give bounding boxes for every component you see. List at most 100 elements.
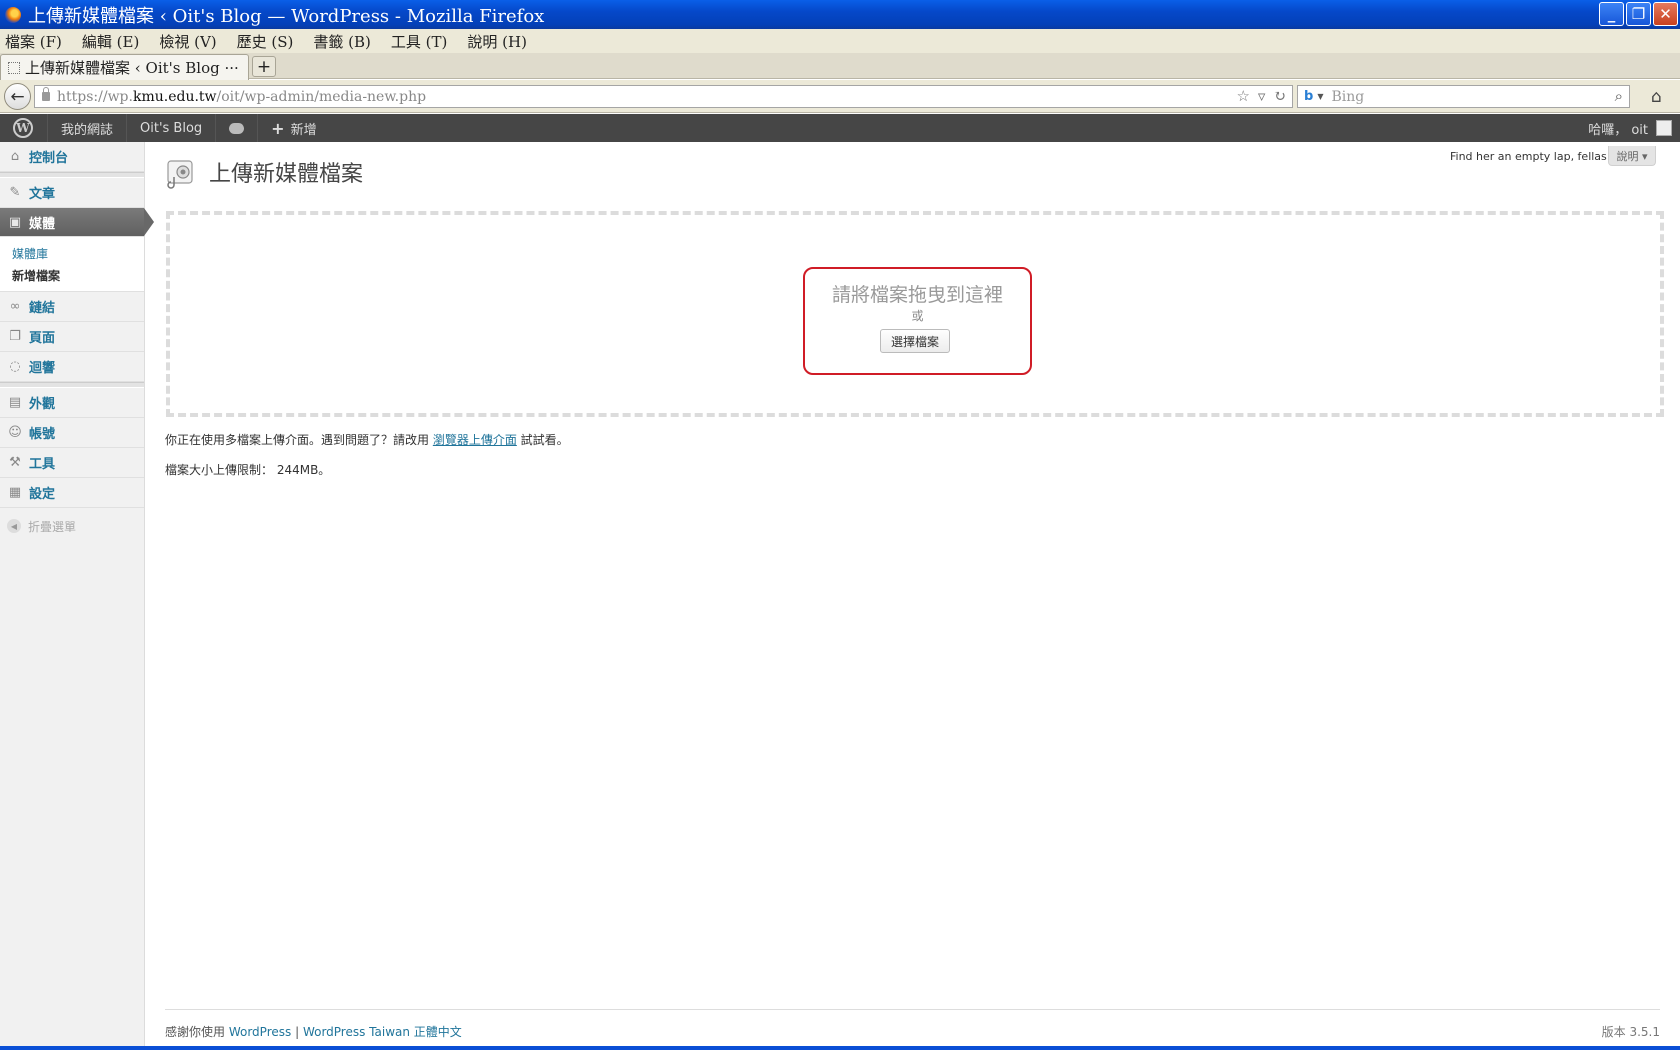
sidebar-item-label: 迴響 (29, 361, 56, 376)
wordpress-logo-icon[interactable]: W (13, 118, 33, 138)
sidebar-item-label: 控制台 (29, 151, 69, 166)
footer-separator: | (291, 1025, 303, 1039)
or-text: 或 (911, 309, 924, 323)
appearance-icon: ▤ (8, 395, 22, 410)
menu-history[interactable]: 歷史 (S) (237, 31, 294, 52)
search-placeholder: Bing (1331, 88, 1365, 105)
collapse-menu-label: 折疊選單 (28, 519, 77, 534)
drop-instructions: 請將檔案拖曳到這裡 (831, 284, 1003, 306)
wordpress-link[interactable]: WordPress (229, 1025, 291, 1039)
page-favicon-icon (8, 61, 20, 74)
reload-icon[interactable]: ↻ (1273, 87, 1286, 105)
uploader-note-suffix: 試試看。 (516, 433, 569, 447)
avatar (1656, 120, 1672, 136)
sidebar-item-dashboard[interactable]: ⌂ 控制台 (0, 142, 144, 172)
new-tab-button[interactable]: + (252, 56, 276, 77)
tools-icon: ⚒ (9, 455, 21, 470)
comment-bubble-icon (229, 122, 245, 134)
sidebar-item-label: 頁面 (29, 331, 56, 346)
sidebar-item-posts[interactable]: ✎ 文章 (0, 178, 144, 208)
collapse-arrow-icon: ◀ (7, 519, 21, 533)
admin-bar-my-sites[interactable]: 我的網誌 (47, 114, 126, 142)
maximize-button[interactable]: ❐ (1626, 2, 1651, 26)
menu-help[interactable]: 說明 (H) (467, 31, 527, 52)
sidebar-item-comments[interactable]: ◌ 迴響 (0, 352, 144, 382)
sidebar-item-label: 工具 (29, 457, 56, 472)
url-bar[interactable]: https://wp. kmu.edu.tw/oit/wp-admin/media… (34, 85, 1293, 108)
admin-sidebar: ⌂ 控制台 ✎ 文章 ▣ 媒體 媒體庫 新增檔案 ∞ 鏈結 ❐ 頁面 ◌ 迴響 ▤ 外觀 ☺ 帳… (0, 142, 154, 1050)
navigation-bar: ← https://wp. kmu.edu.tw/oit/wp-admin/med… (0, 80, 1680, 113)
sidebar-item-links[interactable]: ∞ 鏈結 (0, 292, 144, 322)
bing-icon[interactable]: b (1304, 89, 1313, 104)
wp-admin-bar: W 我的網誌 Oit's Blog + 新增 哈囉， oit (0, 114, 1680, 142)
browser-uploader-link[interactable]: 瀏覽器上傳介面 (433, 433, 517, 447)
sidebar-item-label: 設定 (29, 487, 56, 502)
page-title: 上傳新媒體檔案 (209, 162, 364, 187)
url-prefix: https://wp. (57, 88, 133, 105)
media-icon: ▣ (8, 214, 22, 230)
dashboard-icon: ⌂ (10, 149, 20, 164)
minimize-button[interactable]: _ (1599, 2, 1624, 26)
collapse-menu-button[interactable]: ◀ 折疊選單 (0, 508, 144, 544)
window-bottom-border (0, 1046, 1680, 1050)
back-button[interactable]: ← (4, 83, 31, 110)
back-arrow-icon: ← (10, 86, 25, 107)
sidebar-item-label: 媒體 (29, 216, 56, 232)
menu-tools[interactable]: 工具 (T) (391, 31, 447, 52)
sidebar-item-pages[interactable]: ❐ 頁面 (0, 322, 144, 352)
history-dropdown-icon[interactable]: ▿ (1258, 87, 1266, 105)
sidebar-item-label: 鏈結 (29, 301, 56, 316)
lock-icon (42, 87, 50, 101)
plus-icon: + (271, 118, 285, 138)
sidebar-item-tools[interactable]: ⚒ 工具 (0, 448, 144, 478)
admin-bar-site-name[interactable]: Oit's Blog (126, 114, 215, 142)
max-upload-size: 檔案大小上傳限制： 244MB。 (165, 463, 331, 477)
window-title: 上傳新媒體檔案 ‹ Oit's Blog — WordPress - Mozil… (28, 5, 545, 27)
media-submenu: 媒體庫 新增檔案 (0, 237, 144, 292)
tab-bar: 上傳新媒體檔案 ‹ Oit's Blog ··· + (0, 53, 1680, 80)
menu-view[interactable]: 檢視 (V) (159, 31, 216, 52)
menu-bar: 檔案 (F) 編輯 (E) 檢視 (V) 歷史 (S) 書籤 (B) 工具 (T… (0, 29, 1680, 53)
url-host: kmu.edu.tw (132, 88, 217, 105)
close-button[interactable]: ✕ (1653, 2, 1678, 26)
link-icon: ∞ (9, 299, 21, 314)
menu-bookmarks[interactable]: 書籤 (B) (313, 31, 371, 52)
wordpress-taiwan-link[interactable]: WordPress Taiwan 正體中文 (303, 1025, 462, 1039)
comment-icon: ◌ (9, 359, 21, 374)
sidebar-item-settings[interactable]: ▦ 設定 (0, 478, 144, 508)
uploader-note: 你正在使用多檔案上傳介面。遇到問題了？請改用 瀏覽器上傳介面 試試看。 (165, 431, 569, 448)
help-tab-button[interactable]: 說明 ▾ (1608, 146, 1656, 166)
footer-divider (165, 1009, 1660, 1010)
footer-thanks: 感謝你使用 (165, 1025, 229, 1039)
submenu-add-new[interactable]: 新增檔案 (12, 265, 144, 287)
admin-bar-new-label: 新增 (290, 122, 317, 138)
browser-tab[interactable]: 上傳新媒體檔案 ‹ Oit's Blog ··· (0, 54, 249, 80)
sidebar-item-label: 文章 (29, 187, 56, 202)
firefox-icon (5, 6, 21, 23)
footer-version: 版本 3.5.1 (1601, 1025, 1660, 1039)
admin-bar-greeting: 哈囉， oit (1588, 122, 1648, 138)
url-path: /oit/wp-admin/media-new.php (216, 88, 427, 105)
sidebar-item-users[interactable]: ☺ 帳號 (0, 418, 144, 448)
media-upload-icon (167, 160, 193, 189)
search-bar[interactable]: b ▼ Bing ⌕ (1297, 85, 1630, 108)
submenu-media-library[interactable]: 媒體庫 (12, 243, 144, 265)
menu-edit[interactable]: 編輯 (E) (82, 31, 139, 52)
sidebar-item-label: 帳號 (29, 427, 56, 442)
settings-icon: ▦ (8, 485, 22, 500)
pushpin-icon: ✎ (9, 185, 21, 200)
tab-label: 上傳新媒體檔案 ‹ Oit's Blog ··· (25, 59, 239, 77)
menu-file[interactable]: 檔案 (F) (5, 31, 62, 52)
sidebar-item-label: 外觀 (29, 397, 56, 412)
sidebar-item-media[interactable]: ▣ 媒體 (0, 208, 154, 237)
search-engine-dropdown-icon[interactable]: ▼ (1317, 92, 1323, 101)
admin-bar-comments[interactable] (215, 114, 257, 142)
search-icon[interactable]: ⌕ (1615, 87, 1623, 105)
uploader-note-text: 你正在使用多檔案上傳介面。遇到問題了？請改用 (165, 433, 433, 447)
admin-bar-new[interactable]: + 新增 (257, 114, 329, 142)
bookmark-star-icon[interactable]: ☆ (1236, 87, 1249, 105)
select-files-button[interactable]: 選擇檔案 (880, 329, 950, 353)
sidebar-item-appearance[interactable]: ▤ 外觀 (0, 388, 144, 418)
admin-bar-account[interactable]: 哈囉， oit (1588, 114, 1672, 142)
home-icon[interactable]: ⌂ (1651, 87, 1662, 107)
